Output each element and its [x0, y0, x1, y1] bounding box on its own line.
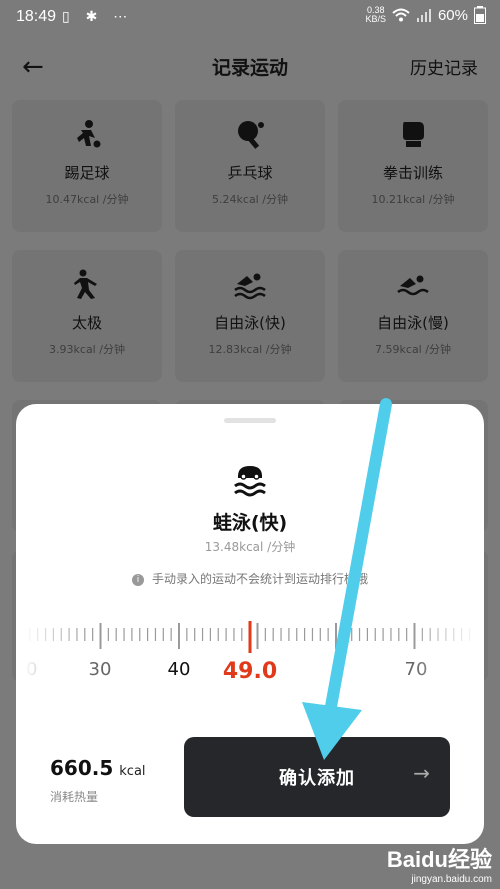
- watermark-brand: Baidu经验: [386, 847, 492, 872]
- watermark-url: jingyan.baidu.com: [411, 874, 492, 885]
- watermark: Baidu经验 jingyan.baidu.com: [387, 842, 492, 885]
- tutorial-pointer-arrow: [302, 398, 392, 760]
